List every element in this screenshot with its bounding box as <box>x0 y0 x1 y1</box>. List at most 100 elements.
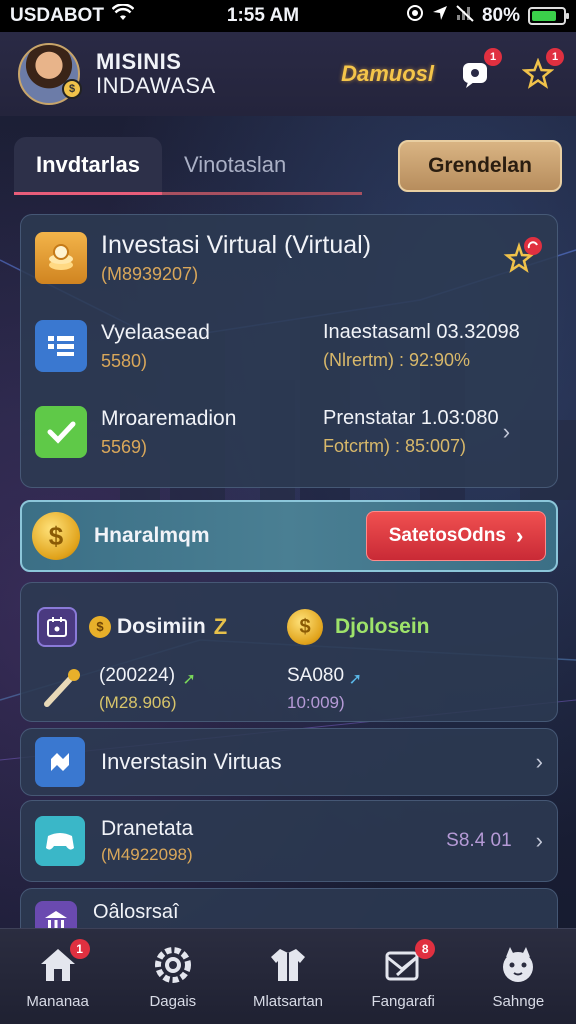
investment-card-title-group: Investasi Virtual (Virtual) (M8939207) <box>101 231 371 285</box>
stats-left-mark: Z <box>213 614 228 639</box>
nav-item-shop[interactable]: Mlatsartan <box>230 929 345 1024</box>
star-pin-icon <box>503 237 542 273</box>
shirt-icon <box>266 943 310 987</box>
investment-row-1[interactable]: Vyelaasead 5580) Inaestasaml 03.32098 (N… <box>21 303 557 389</box>
investment-row-2-label: Mroaremadion <box>101 406 237 430</box>
promo-banner[interactable]: $ Hnaralmqm SatetosOdns › <box>20 500 558 572</box>
user-name: MISINIS <box>96 48 182 74</box>
investment-row-1-value: 5580) <box>101 350 148 371</box>
battery-percent: 80% <box>481 5 520 26</box>
notifications-button[interactable]: 1 <box>518 48 564 94</box>
coin-icon: $ <box>89 616 111 638</box>
home-icon: 1 <box>36 939 90 987</box>
stats-right-value: SA080 <box>287 665 345 686</box>
user-subtitle: INDAWASA <box>96 73 216 98</box>
brand-logo: Damuosl <box>341 61 434 86</box>
investment-row-2[interactable]: Mroaremadion 5569) Prenstatar 1.03:080 F… <box>21 389 557 475</box>
list-item[interactable]: Oâlosrsaî <box>20 888 558 928</box>
nav-inbox-badge: 8 <box>415 939 436 959</box>
nav-item-label: Mananaa <box>26 993 89 1010</box>
nav-item-label: Dagais <box>149 993 197 1010</box>
dollar-coin-icon: $ <box>287 609 323 645</box>
list-item[interactable]: Inverstasin Virtuas › <box>20 728 558 796</box>
chat-button[interactable]: 1 <box>456 48 502 94</box>
list-item-title: Oâlosrsaî <box>93 901 179 923</box>
stats-left-values: (200224) (M28.906) ➚ <box>37 664 287 714</box>
investment-row-1-right: Inaestasaml 03.32098 (Nlrertm) : 92:90% <box>323 321 543 371</box>
chevron-right-icon: › <box>535 828 543 853</box>
investment-row-1-label: Vyelaasead <box>101 320 210 344</box>
investment-row-2-right: Prenstatar 1.03:080 Fotcrtm) : 85:007) › <box>323 407 543 457</box>
chat-badge: 1 <box>484 48 502 66</box>
investment-card-header: Investasi Virtual (Virtual) (M8939207) <box>21 215 557 285</box>
chevron-right-icon: › <box>502 419 511 444</box>
user-info: MISINIS INDAWASA <box>96 48 216 98</box>
list-item-value: S8.4 01 <box>446 830 512 851</box>
coin-stack-icon <box>35 232 87 284</box>
list-item-text: Dranetata (M4922098) <box>101 817 193 865</box>
nav-item-label: Fangarafi <box>371 993 435 1010</box>
stats-right-value-text: SA080 10:009) <box>287 665 345 713</box>
investment-row-2-left: Mroaremadion 5569) <box>101 407 301 458</box>
list-item-title: Dranetata <box>101 817 194 840</box>
stats-right-title-group: $ Djolosein <box>287 609 430 645</box>
favorite-button[interactable] <box>499 236 543 280</box>
app-header: $ MISINIS INDAWASA Damuosl 1 1 <box>0 32 576 116</box>
bottom-nav: 1 Mananaa Dagais Mlatsartan 8 Fangarafi … <box>0 928 576 1024</box>
status-bar: USDABOT 1:55 AM 80% <box>0 0 576 32</box>
avatar-coin-badge-icon: $ <box>62 79 82 99</box>
carrier-group: USDABOT <box>10 3 190 28</box>
investment-row-1-right-value: (Nlrertm) : 92:90% <box>323 350 471 370</box>
list-item-title: Inverstasin Virtuas <box>101 749 282 774</box>
tab-investments[interactable]: Invdtarlas <box>14 137 162 195</box>
status-icons: 80% <box>406 4 569 28</box>
investment-row-2-right-text: Prenstatar 1.03:080 Fotcrtm) : 85:007) <box>323 407 499 457</box>
trend-up-icon: ➚ <box>182 671 196 688</box>
stats-left-value-text: (200224) (M28.906) <box>99 665 176 713</box>
investment-row-2-right-label: Prenstatar 1.03:080 <box>323 407 499 429</box>
settings-gear-icon <box>151 943 195 987</box>
chevron-right-icon: › <box>515 523 524 548</box>
stats-right-title: Djolosein <box>335 615 430 638</box>
calendar-icon <box>37 607 77 647</box>
promo-cta-label: SatetosOdns <box>388 525 506 546</box>
nav-item-label: Mlatsartan <box>252 993 324 1010</box>
puzzle-icon <box>35 737 85 787</box>
inbox-icon: 8 <box>381 939 436 987</box>
notifications-badge: 1 <box>546 48 564 66</box>
screen-record-icon <box>406 4 424 28</box>
investment-row-2-right-value: Fotcrtm) : 85:007) <box>323 436 467 456</box>
nav-item-inbox[interactable]: 8 Fangarafi <box>346 929 461 1024</box>
list-icon <box>35 320 87 372</box>
avatar[interactable]: $ <box>18 43 82 105</box>
location-icon <box>432 5 448 27</box>
tab-action-button[interactable]: Grendelan <box>398 140 562 192</box>
stats-right-values: SA080 10:009) ➚ <box>287 665 362 713</box>
stats-card: $ Dosimiin Z $ Djolosein (200224) (M28.9… <box>20 582 558 722</box>
investment-row-1-right-label: Inaestasaml 03.32098 <box>323 321 520 343</box>
pet-icon <box>496 943 540 987</box>
check-icon <box>35 406 87 458</box>
dollar-coin-icon: $ <box>32 512 80 560</box>
nav-item-settings[interactable]: Dagais <box>115 929 230 1024</box>
promo-cta-button[interactable]: SatetosOdns › <box>366 511 546 561</box>
list-item-subtitle: (M4922098) <box>101 845 193 864</box>
stats-row-values: (200224) (M28.906) ➚ SA080 10:009) ➚ <box>37 661 541 717</box>
nav-item-profile[interactable]: Sahnge <box>461 929 576 1024</box>
stats-left-title: Dosimiin <box>117 615 206 638</box>
battery-level <box>532 11 556 21</box>
investment-row-2-value: 5569) <box>101 436 148 457</box>
carrier-name: USDABOT <box>10 5 104 26</box>
investment-card-title: Investasi Virtual (Virtual) <box>101 231 372 259</box>
list-item[interactable]: Dranetata (M4922098) S8.4 01 › <box>20 800 558 882</box>
nav-home-badge: 1 <box>69 939 90 959</box>
chevron-right-icon: › <box>535 749 543 774</box>
signal-off-icon <box>456 4 474 28</box>
tab-history[interactable]: Vinotaslan <box>161 137 362 195</box>
investment-row-1-left: Vyelaasead 5580) <box>101 321 301 372</box>
nav-item-home[interactable]: 1 Mananaa <box>0 929 115 1024</box>
nav-item-label: Sahnge <box>492 993 545 1010</box>
stats-left-value: (200224) <box>99 665 176 686</box>
stats-left-subvalue: (M28.906) <box>99 693 177 712</box>
wifi-icon <box>111 3 135 28</box>
